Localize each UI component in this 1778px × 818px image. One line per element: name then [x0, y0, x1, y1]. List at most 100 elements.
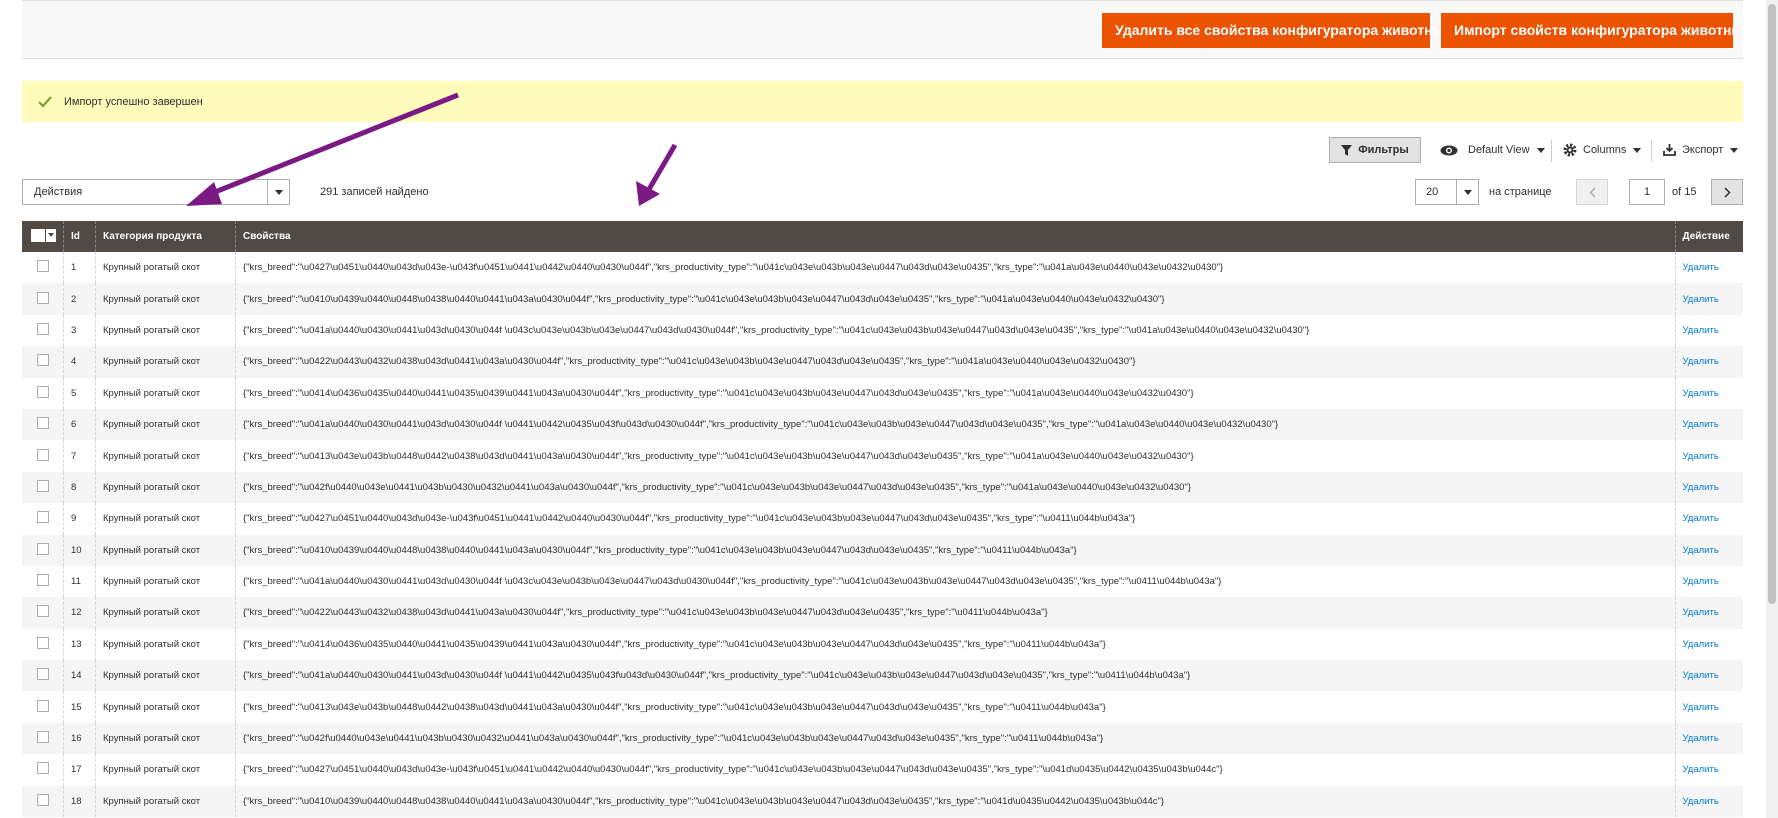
delete-row-link[interactable]: Удалить — [1683, 482, 1719, 493]
cell-action: Удалить — [1674, 660, 1743, 692]
mass-select-checkbox[interactable] — [31, 228, 56, 242]
row-checkbox[interactable] — [37, 448, 49, 461]
table-row: 6 Крупный рогатый скот {"krs_breed":"\u041… — [22, 408, 1743, 441]
cell-action: Удалить — [1674, 503, 1743, 535]
cell-category: Крупный рогатый скот — [95, 503, 236, 535]
cell-id: 11 — [63, 565, 96, 598]
cell-action: Удалить — [1674, 346, 1743, 378]
mass-actions-select[interactable]: Действия — [22, 179, 290, 205]
columns-button[interactable]: Columns — [1563, 137, 1642, 163]
delete-row-link[interactable]: Удалить — [1683, 702, 1719, 713]
next-page-button[interactable] — [1711, 179, 1743, 205]
table-row: 10 Крупный рогатый скот {"krs_breed":"\u04… — [22, 534, 1743, 566]
row-checkbox[interactable] — [37, 793, 49, 806]
table-row: 14 Крупный рогатый скот {"krs_breed":"\u04… — [22, 660, 1743, 692]
table-row: 15 Крупный рогатый скот {"krs_breed":"\u04… — [22, 691, 1743, 723]
eye-icon — [1440, 145, 1458, 155]
table-row: 8 Крупный рогатый скот {"krs_breed":"\u042… — [22, 471, 1743, 504]
delete-row-link[interactable]: Удалить — [1683, 576, 1719, 587]
row-checkbox[interactable] — [37, 417, 49, 430]
cell-category: Крупный рогатый скот — [95, 408, 236, 441]
delete-row-link[interactable]: Удалить — [1683, 545, 1719, 556]
row-checkbox[interactable] — [37, 322, 49, 335]
delete-row-link[interactable]: Удалить — [1683, 513, 1719, 524]
column-header-action: Действие — [1674, 221, 1743, 252]
row-checkbox[interactable] — [37, 354, 49, 367]
delete-row-link[interactable]: Удалить — [1683, 419, 1719, 430]
chevron-down-icon — [1456, 180, 1478, 204]
import-button[interactable]: Импорт свойств конфигуратора животных — [1441, 13, 1751, 48]
column-header-category[interactable]: Категория продукта — [95, 221, 236, 252]
delete-row-link[interactable]: Удалить — [1683, 451, 1719, 462]
row-checkbox[interactable] — [37, 605, 49, 618]
row-checkbox[interactable] — [37, 668, 49, 681]
cell-category: Крупный рогатый скот — [95, 628, 236, 661]
current-page-input[interactable]: 1 — [1629, 179, 1665, 205]
row-select-cell — [22, 378, 64, 409]
row-checkbox[interactable] — [37, 479, 49, 492]
filters-label: Фильтры — [1358, 144, 1409, 156]
table-row: 7 Крупный рогатый скот {"krs_breed":"\u041… — [22, 440, 1743, 472]
row-checkbox[interactable] — [37, 291, 49, 304]
filters-button[interactable]: Фильтры — [1329, 137, 1421, 163]
cell-id: 10 — [63, 534, 96, 566]
row-checkbox[interactable] — [37, 385, 49, 398]
mass-select-header[interactable] — [22, 221, 64, 252]
delete-row-link[interactable]: Удалить — [1683, 607, 1719, 618]
export-button[interactable]: Экспорт — [1663, 137, 1739, 163]
cell-category: Крупный рогатый скот — [95, 283, 236, 315]
row-select-cell — [22, 408, 64, 441]
row-select-cell — [22, 566, 64, 597]
delete-row-link[interactable]: Удалить — [1683, 262, 1719, 273]
column-header-properties[interactable]: Свойства — [235, 221, 1675, 252]
per-page-select[interactable]: 20 — [1415, 179, 1479, 205]
cell-category: Крупный рогатый скот — [95, 377, 236, 409]
previous-page-button[interactable] — [1576, 179, 1608, 205]
delete-row-link[interactable]: Удалить — [1683, 796, 1719, 807]
row-checkbox[interactable] — [37, 731, 49, 744]
delete-row-link[interactable]: Удалить — [1683, 639, 1719, 650]
cell-id: 14 — [63, 660, 96, 692]
row-select-cell — [22, 754, 64, 785]
row-checkbox[interactable] — [37, 260, 49, 273]
cell-properties: {"krs_breed":"\u0413\u043e\u043b\u0448\u… — [235, 440, 1675, 472]
cell-properties: {"krs_breed":"\u0414\u0436\u0435\u0440\u… — [235, 628, 1675, 661]
column-header-id[interactable]: Id — [63, 221, 96, 252]
cell-id: 18 — [63, 785, 96, 818]
delete-row-link[interactable]: Удалить — [1683, 764, 1719, 775]
row-checkbox[interactable] — [37, 762, 49, 775]
row-select-cell — [22, 660, 64, 692]
delete-row-link[interactable]: Удалить — [1683, 356, 1719, 367]
view-switcher[interactable]: Default View — [1440, 137, 1545, 163]
row-checkbox[interactable] — [37, 636, 49, 649]
delete-row-link[interactable]: Удалить — [1683, 670, 1719, 681]
chevron-down-icon — [46, 228, 56, 242]
delete-row-link[interactable]: Удалить — [1683, 325, 1719, 336]
cell-id: 9 — [63, 503, 96, 535]
view-label: Default View — [1468, 144, 1530, 156]
cell-category: Крупный рогатый скот — [95, 471, 236, 504]
row-checkbox[interactable] — [37, 574, 49, 587]
cell-action: Удалить — [1674, 785, 1743, 818]
cell-action: Удалить — [1674, 283, 1743, 315]
table-row: 18 Крупный рогатый скот {"krs_breed":"\u04… — [22, 785, 1743, 818]
delete-row-link[interactable]: Удалить — [1683, 294, 1719, 305]
row-checkbox[interactable] — [37, 511, 49, 524]
delete-row-link[interactable]: Удалить — [1683, 733, 1719, 744]
row-select-cell — [22, 503, 64, 534]
delete-all-button[interactable]: Удалить все свойства конфигуратора живот… — [1102, 13, 1452, 48]
page-scrollbar[interactable] — [1766, 0, 1778, 818]
cell-action: Удалить — [1674, 440, 1743, 472]
toolbar-divider — [1551, 140, 1552, 162]
table-row: 1 Крупный рогатый скот {"krs_breed":"\u042… — [22, 252, 1743, 284]
row-checkbox[interactable] — [37, 542, 49, 555]
delete-row-link[interactable]: Удалить — [1683, 388, 1719, 399]
toolbar-divider — [1651, 140, 1652, 162]
check-icon — [38, 95, 52, 108]
records-found-count: 291 записей найдено — [320, 186, 429, 198]
cell-properties: {"krs_breed":"\u0414\u0436\u0435\u0440\u… — [235, 377, 1675, 409]
row-checkbox[interactable] — [37, 699, 49, 712]
row-select-cell — [22, 315, 64, 346]
scrollbar-thumb[interactable] — [1768, 4, 1776, 604]
row-select-cell — [22, 722, 64, 755]
